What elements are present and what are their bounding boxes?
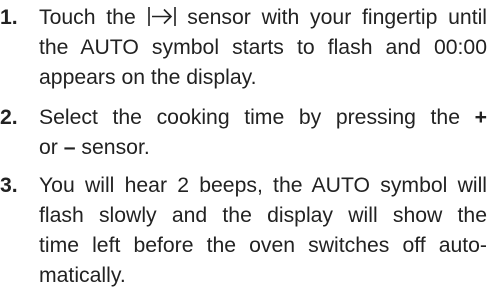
step-line: time left before the oven switches off a… [39,234,487,257]
step-text: Touch the sensor with your fingertip unt… [39,3,487,93]
step-text: Select the cooking time by pressing the … [39,103,487,163]
step-line: appears on the display. [39,66,257,89]
step-line: flash slowly and the display will show t… [39,204,487,227]
step-line: or – sensor. [39,136,150,159]
step-line: Touch the sensor with your fingertip unt… [39,6,487,29]
step-number: 3. [0,174,18,197]
list-item-step-1: 1. Touch the sensor with your fingertip … [0,3,494,93]
list-item-step-2: 2. Select the cooking time by pressing t… [0,103,494,163]
plus-symbol: + [474,106,487,129]
step-line: matically. [39,264,126,287]
step-line: Select the cooking time by pressing the … [39,106,487,129]
step-number: 2. [0,106,18,129]
step-line: You will hear 2 beeps, the AUTO symbol w… [39,174,487,197]
step-number: 1. [0,6,18,29]
step-text: You will hear 2 beeps, the AUTO symbol w… [39,171,487,291]
arrow-to-bar-icon [147,7,176,26]
minus-symbol: – [63,136,76,159]
step-line: the AUTO symbol starts to flash and 00:0… [39,36,487,59]
instruction-list: 1. Touch the sensor with your fingertip … [0,0,494,294]
list-item-step-3: 3. You will hear 2 beeps, the AUTO symbo… [0,171,494,291]
